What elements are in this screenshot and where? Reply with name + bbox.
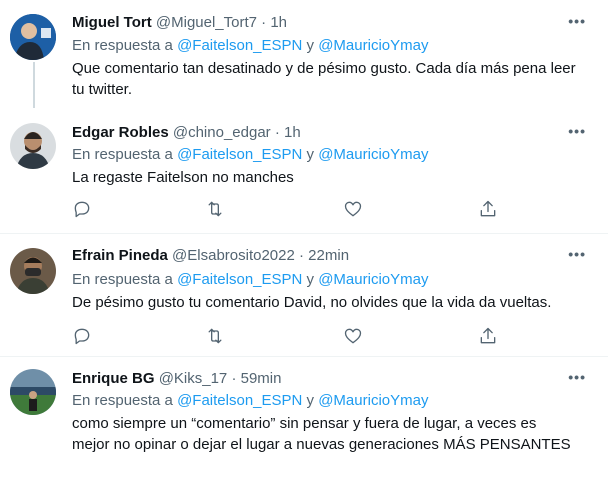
reply-prefix: En respuesta a	[72, 37, 173, 54]
reply-icon[interactable]	[72, 199, 92, 219]
tweet-header: Efrain Pineda @Elsabrosito2022 · 22min	[72, 246, 349, 266]
author-name[interactable]: Enrique BG	[72, 370, 155, 387]
action-bar	[72, 199, 512, 219]
reply-prefix: En respuesta a	[72, 271, 173, 288]
tweet-text: Que comentario tan desatinado y de pésim…	[72, 60, 576, 98]
avatar[interactable]	[10, 123, 56, 169]
reply-join: y	[306, 37, 315, 54]
mention-link[interactable]: @MauricioYmay	[318, 271, 428, 288]
author-name[interactable]: Efrain Pineda	[72, 247, 168, 264]
reply-join: y	[306, 271, 315, 288]
avatar-image	[10, 14, 56, 60]
mention-link[interactable]: @Faitelson_ESPN	[177, 37, 302, 54]
tweet-time[interactable]: · 1h	[261, 14, 287, 31]
reply-context: En respuesta a @Faitelson_ESPN y @Mauric…	[72, 391, 428, 411]
more-icon[interactable]: •••	[568, 13, 586, 29]
thread-line	[33, 62, 35, 108]
tweet-miguel-tort[interactable]: Miguel Tort @Miguel_Tort7 · 1h ••• En re…	[0, 0, 608, 110]
reply-prefix: En respuesta a	[72, 146, 173, 163]
reply-join: y	[306, 146, 315, 163]
retweet-icon[interactable]	[205, 326, 225, 346]
tweet-time[interactable]: · 59min	[231, 370, 281, 387]
author-handle[interactable]: @Miguel_Tort7	[156, 14, 257, 31]
avatar[interactable]	[10, 248, 56, 294]
author-handle[interactable]: @Kiks_17	[159, 370, 228, 387]
retweet-icon[interactable]	[205, 199, 225, 219]
reply-prefix: En respuesta a	[72, 392, 173, 409]
avatar-image	[10, 248, 56, 294]
tweet-text: La regaste Faitelson no manches	[72, 169, 294, 186]
avatar-image	[10, 123, 56, 169]
action-bar	[72, 326, 512, 346]
more-icon[interactable]: •••	[568, 246, 586, 262]
reply-icon[interactable]	[72, 326, 92, 346]
mention-link[interactable]: @MauricioYmay	[318, 392, 428, 409]
tweet-time[interactable]: · 22min	[299, 247, 349, 264]
more-icon[interactable]: •••	[568, 369, 586, 385]
tweet-text: como siempre un “comentario” sin pensar …	[72, 415, 571, 453]
tweet-efrain-pineda[interactable]: Efrain Pineda @Elsabrosito2022 · 22min •…	[0, 234, 608, 356]
avatar-image	[10, 369, 56, 415]
reply-context: En respuesta a @Faitelson_ESPN y @Mauric…	[72, 145, 428, 165]
tweet-edgar-robles[interactable]: Edgar Robles @chino_edgar · 1h ••• En re…	[0, 111, 608, 233]
mention-link[interactable]: @Faitelson_ESPN	[177, 146, 302, 163]
author-name[interactable]: Miguel Tort	[72, 14, 152, 31]
avatar[interactable]	[10, 14, 56, 60]
tweet-enrique-bg[interactable]: Enrique BG @Kiks_17 · 59min ••• En respu…	[0, 357, 608, 482]
share-icon[interactable]	[478, 199, 498, 219]
heart-icon[interactable]	[343, 199, 363, 219]
more-icon[interactable]: •••	[568, 123, 586, 139]
mention-link[interactable]: @MauricioYmay	[318, 37, 428, 54]
tweet-header: Miguel Tort @Miguel_Tort7 · 1h	[72, 13, 287, 33]
author-name[interactable]: Edgar Robles	[72, 124, 169, 141]
share-icon[interactable]	[478, 326, 498, 346]
mention-link[interactable]: @MauricioYmay	[318, 146, 428, 163]
tweet-time[interactable]: · 1h	[275, 124, 301, 141]
avatar[interactable]	[10, 369, 56, 415]
tweet-header: Enrique BG @Kiks_17 · 59min	[72, 369, 281, 389]
author-handle[interactable]: @Elsabrosito2022	[172, 247, 295, 264]
author-handle[interactable]: @chino_edgar	[173, 124, 271, 141]
tweet-header: Edgar Robles @chino_edgar · 1h	[72, 123, 301, 143]
heart-icon[interactable]	[343, 326, 363, 346]
reply-join: y	[306, 392, 315, 409]
reply-context: En respuesta a @Faitelson_ESPN y @Mauric…	[72, 36, 428, 56]
reply-context: En respuesta a @Faitelson_ESPN y @Mauric…	[72, 270, 428, 290]
mention-link[interactable]: @Faitelson_ESPN	[177, 271, 302, 288]
mention-link[interactable]: @Faitelson_ESPN	[177, 392, 302, 409]
tweet-text: De pésimo gusto tu comentario David, no …	[72, 294, 552, 311]
